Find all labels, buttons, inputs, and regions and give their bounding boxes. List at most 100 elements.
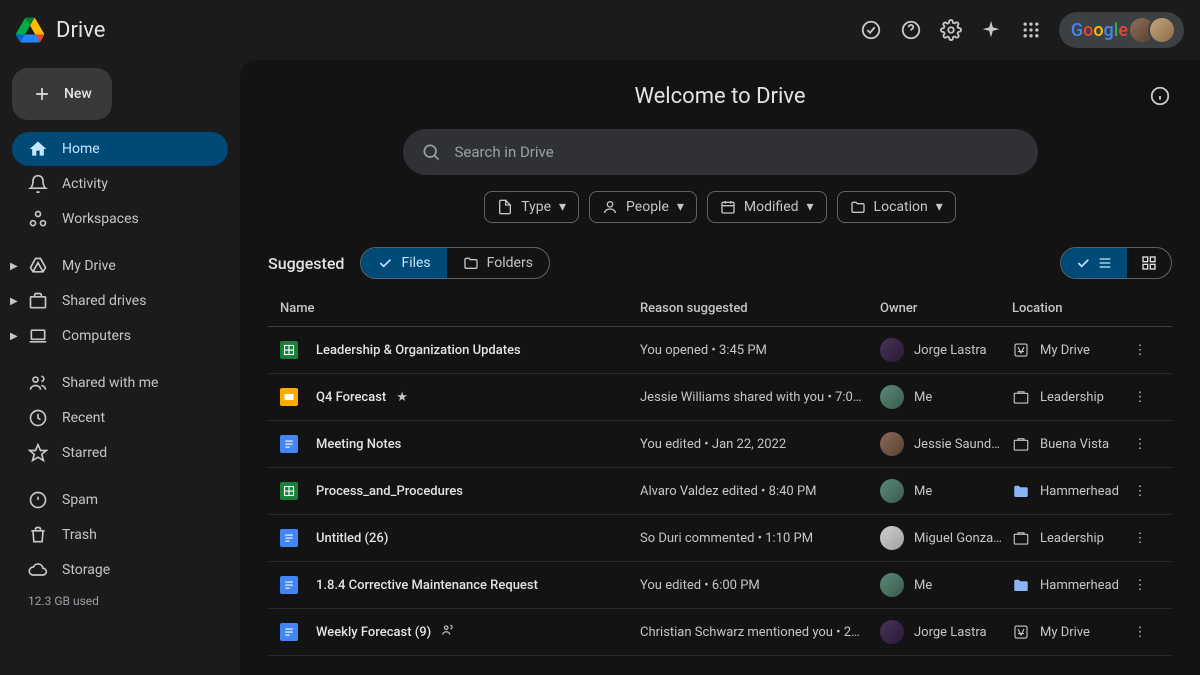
main-content: Welcome to Drive Type▾ People▾ Modified▾… [240, 60, 1200, 675]
filter-modified[interactable]: Modified▾ [707, 191, 827, 223]
nav-storage[interactable]: Storage [12, 553, 228, 587]
folder-icon [1012, 482, 1030, 500]
search-bar[interactable] [403, 129, 1038, 175]
location-name[interactable]: My Drive [1040, 625, 1090, 640]
content-header: Suggested Files Folders [240, 247, 1200, 279]
location-name[interactable]: Leadership [1040, 531, 1104, 546]
owner-name: Me [914, 578, 932, 593]
table-row[interactable]: 1.8.4 Corrective Maintenance Request You… [268, 562, 1172, 609]
info-icon[interactable] [1148, 84, 1172, 108]
sparkle-icon[interactable] [979, 18, 1003, 42]
file-name: Weekly Forecast (9) [316, 625, 431, 640]
nav-workspaces[interactable]: Workspaces [12, 202, 228, 236]
table-row[interactable]: Meeting Notes You edited • Jan 22, 2022 … [268, 421, 1172, 468]
table-row[interactable]: Q4 Forecast ★ Jessie Williams shared with… [268, 374, 1172, 421]
nav-home[interactable]: Home [12, 132, 228, 166]
dropdown-icon: ▾ [936, 199, 943, 215]
offline-icon[interactable] [859, 18, 883, 42]
folder-icon [1012, 576, 1030, 594]
slides-icon [280, 388, 298, 406]
settings-icon[interactable] [939, 18, 963, 42]
search-input[interactable] [455, 143, 1020, 161]
nav-shared-drives[interactable]: ▶ Shared drives [12, 284, 228, 318]
avatar [880, 526, 904, 550]
nav-label: My Drive [62, 258, 116, 274]
chevron-right-icon[interactable]: ▶ [10, 296, 20, 307]
more-actions[interactable]: ⋮ [1120, 343, 1160, 358]
account-switcher[interactable]: Google [1059, 12, 1184, 48]
dropdown-icon: ▾ [807, 199, 814, 215]
table-row[interactable]: Untitled (26) So Duri commented • 1:10 P… [268, 515, 1172, 562]
filter-people[interactable]: People▾ [589, 191, 697, 223]
more-actions[interactable]: ⋮ [1120, 390, 1160, 405]
nav-recent[interactable]: Recent [12, 401, 228, 435]
help-icon[interactable] [899, 18, 923, 42]
nav-my-drive[interactable]: ▶ My Drive [12, 249, 228, 283]
nav-starred[interactable]: Starred [12, 436, 228, 470]
starred-icon[interactable]: ★ [396, 390, 408, 405]
table-row[interactable]: Process_and_Procedures Alvaro Valdez edi… [268, 468, 1172, 515]
table-row[interactable]: Leadership & Organization Updates You op… [268, 327, 1172, 374]
list-view-button[interactable] [1061, 248, 1127, 278]
table-header: Name Reason suggested Owner Location [268, 291, 1172, 327]
docs-icon [280, 529, 298, 547]
drive-icon [1012, 341, 1030, 359]
location-name[interactable]: Leadership [1040, 390, 1104, 405]
nav-shared-with-me[interactable]: Shared with me [12, 366, 228, 400]
filter-type[interactable]: Type▾ [484, 191, 579, 223]
docs-icon [280, 623, 298, 641]
grid-view-button[interactable] [1127, 248, 1171, 278]
chip-label: Location [874, 199, 928, 215]
shared-drive-icon [1012, 388, 1030, 406]
file-icon [497, 199, 513, 215]
col-name[interactable]: Name [280, 301, 640, 316]
col-owner[interactable]: Owner [880, 301, 1012, 316]
bell-icon [28, 174, 48, 194]
col-reason[interactable]: Reason suggested [640, 301, 880, 316]
more-actions[interactable]: ⋮ [1120, 578, 1160, 593]
nav-activity[interactable]: Activity [12, 167, 228, 201]
more-actions[interactable]: ⋮ [1120, 437, 1160, 452]
chevron-right-icon[interactable]: ▶ [10, 331, 20, 342]
folder-icon [463, 255, 479, 271]
reason: You edited • Jan 22, 2022 [640, 437, 880, 452]
file-name: Process_and_Procedures [316, 484, 463, 499]
shared-drive-icon [1012, 435, 1030, 453]
shared-drives-icon [28, 291, 48, 311]
cloud-icon [28, 560, 48, 580]
avatar [880, 385, 904, 409]
apps-icon[interactable] [1019, 18, 1043, 42]
col-location[interactable]: Location [1012, 301, 1120, 316]
view-toggle [1060, 247, 1172, 279]
location-name[interactable]: Hammerhead [1040, 578, 1119, 593]
filter-location[interactable]: Location ▾ [837, 191, 956, 223]
reason: Jessie Williams shared with you • 7:0… [640, 390, 880, 405]
chevron-right-icon[interactable]: ▶ [10, 261, 20, 272]
laptop-icon [28, 326, 48, 346]
table-row[interactable]: Weekly Forecast (9) Christian Schwarz me… [268, 609, 1172, 656]
owner-name: Jorge Lastra [914, 343, 987, 358]
reason: You opened • 3:45 PM [640, 343, 880, 358]
nav-trash[interactable]: Trash [12, 518, 228, 552]
nav-label: Computers [62, 328, 131, 344]
search-icon [421, 142, 441, 162]
location-name[interactable]: Buena Vista [1040, 437, 1109, 452]
more-actions[interactable]: ⋮ [1120, 625, 1160, 640]
avatar-stack [1136, 16, 1176, 44]
toggle-folders[interactable]: Folders [447, 248, 549, 278]
trash-icon [28, 525, 48, 545]
avatar [880, 338, 904, 362]
new-button[interactable]: New [12, 68, 112, 120]
more-actions[interactable]: ⋮ [1120, 484, 1160, 499]
reason: So Duri commented • 1:10 PM [640, 531, 880, 546]
location-name[interactable]: My Drive [1040, 343, 1090, 358]
header-actions: Google [859, 12, 1184, 48]
nav-spam[interactable]: Spam [12, 483, 228, 517]
more-actions[interactable]: ⋮ [1120, 531, 1160, 546]
file-name: Q4 Forecast [316, 390, 386, 405]
toggle-files[interactable]: Files [361, 248, 446, 278]
location-name[interactable]: Hammerhead [1040, 484, 1119, 499]
check-icon [1075, 255, 1091, 271]
logo-area[interactable]: Drive [16, 16, 105, 44]
nav-computers[interactable]: ▶ Computers [12, 319, 228, 353]
